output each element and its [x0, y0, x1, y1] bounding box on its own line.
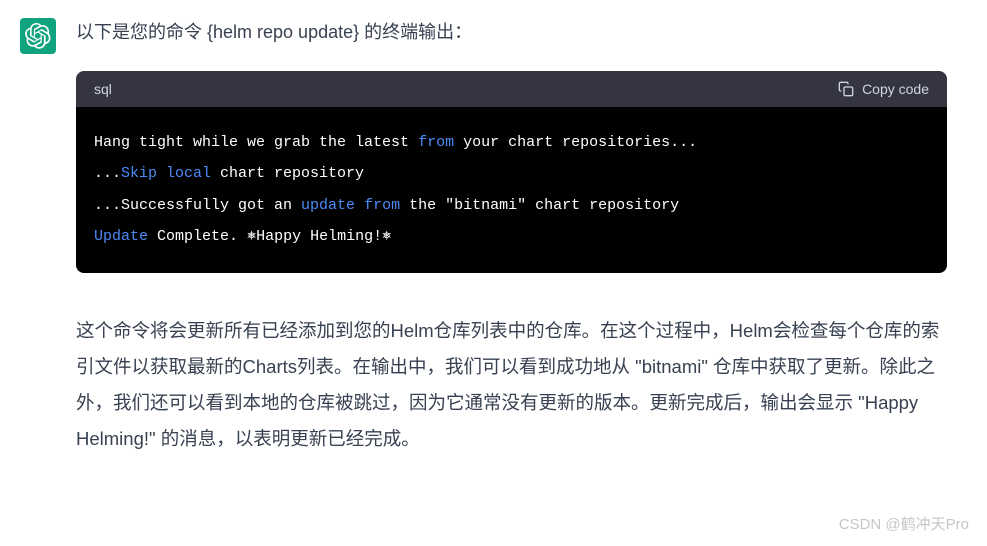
copy-code-button[interactable]: Copy code [838, 81, 929, 97]
code-body: Hang tight while we grab the latest from… [76, 107, 947, 273]
code-line: Update Complete. ⎈Happy Helming!⎈ [94, 221, 929, 253]
code-line: Hang tight while we grab the latest from… [94, 127, 929, 159]
watermark: CSDN @鹤冲天Pro [839, 513, 969, 534]
code-header: sql Copy code [76, 71, 947, 107]
code-block: sql Copy code Hang tight while we grab t… [76, 71, 947, 273]
chat-message: 以下是您的命令 {helm repo update} 的终端输出： sql Co… [0, 0, 987, 475]
clipboard-icon [838, 81, 854, 97]
copy-code-label: Copy code [862, 81, 929, 97]
code-language-label: sql [94, 81, 112, 97]
assistant-avatar [20, 18, 56, 54]
code-line: ...Skip local chart repository [94, 158, 929, 190]
code-line: ...Successfully got an update from the "… [94, 190, 929, 222]
intro-text: 以下是您的命令 {helm repo update} 的终端输出： [76, 18, 947, 47]
message-content: 以下是您的命令 {helm repo update} 的终端输出： sql Co… [76, 18, 967, 457]
explanation-text: 这个命令将会更新所有已经添加到您的Helm仓库列表中的仓库。在这个过程中，Hel… [76, 313, 947, 457]
openai-logo-icon [25, 23, 51, 49]
